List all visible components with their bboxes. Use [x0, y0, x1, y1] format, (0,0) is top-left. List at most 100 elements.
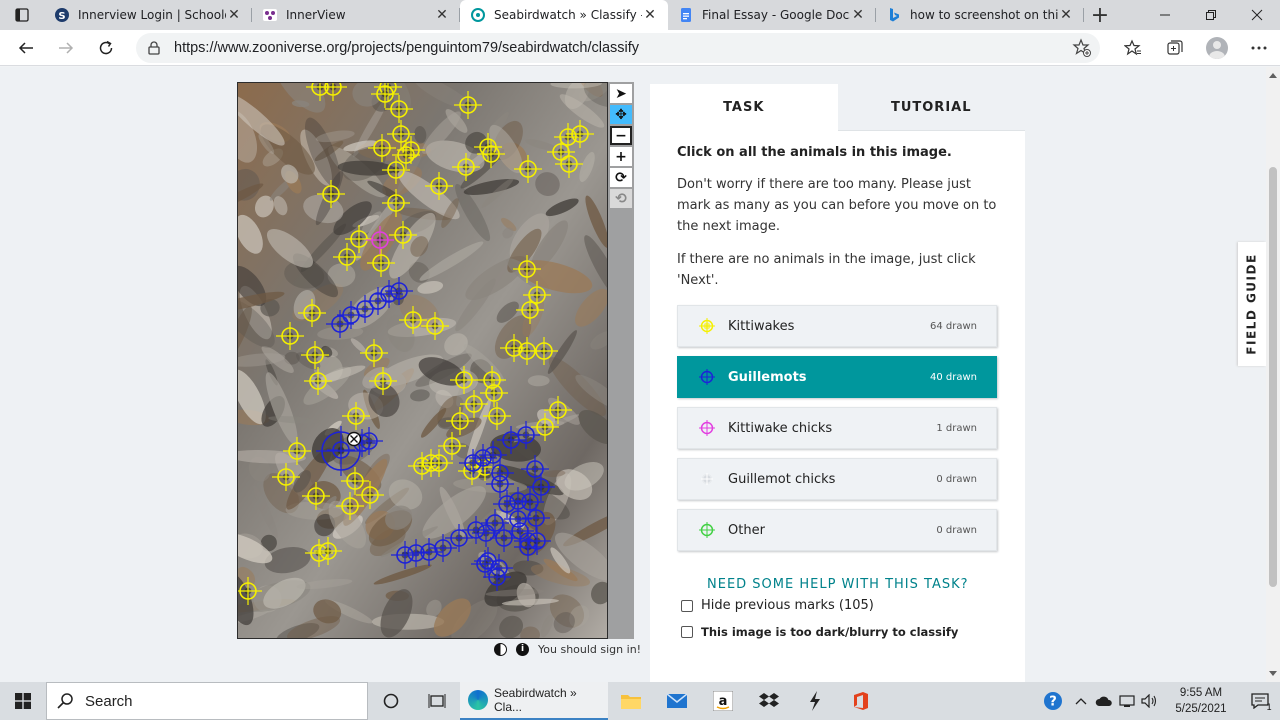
tab-title: Seabirdwatch » Classify — Zooniverse: [494, 8, 642, 22]
add-favorite-icon[interactable]: [1072, 38, 1092, 62]
need-help-link[interactable]: NEED SOME HELP WITH THIS TASK?: [707, 577, 998, 592]
hide-marks-checkbox[interactable]: [681, 599, 693, 612]
rotate-icon: ⟳: [615, 169, 627, 186]
close-icon[interactable]: ✕: [226, 7, 242, 23]
scroll-down-icon[interactable]: [1269, 671, 1277, 676]
pan-tool-button[interactable]: ✥: [610, 105, 632, 124]
answer-label: Other: [728, 522, 765, 538]
onedrive-button[interactable]: [1092, 682, 1116, 720]
too-dark-checkbox[interactable]: [681, 626, 693, 638]
answer-guillemots[interactable]: Guillemots 40 drawn: [677, 356, 997, 398]
task-tabs: TASK TUTORIAL: [650, 84, 1025, 131]
taskbar-clock[interactable]: 9:55 AM 5/25/2021: [1162, 682, 1240, 720]
windows-taskbar: Search Seabirdwatch » Cla... a ? 9:55 AM…: [0, 682, 1280, 720]
browser-tab-schoology[interactable]: S Innerview Login | Schoology ✕: [44, 0, 252, 30]
answer-label: Kittiwakes: [728, 318, 795, 334]
answer-kittiwakes[interactable]: Kittiwakes 64 drawn: [677, 305, 997, 347]
scroll-thumb[interactable]: [1269, 167, 1277, 587]
answer-other[interactable]: Other 0 drawn: [677, 509, 997, 551]
info-icon[interactable]: i: [516, 642, 529, 656]
close-icon[interactable]: ✕: [1058, 7, 1074, 23]
answer-kittiwake-chicks[interactable]: Kittiwake chicks 1 drawn: [677, 407, 997, 449]
refresh-button[interactable]: [86, 30, 126, 66]
browser-tab-google-docs[interactable]: Final Essay - Google Docs ✕: [668, 0, 876, 30]
network-icon: [1119, 695, 1135, 707]
new-tab-button[interactable]: +: [1084, 0, 1116, 30]
cloud-icon: [1095, 696, 1112, 706]
zooniverse-icon: [470, 7, 486, 23]
collections-button[interactable]: [1154, 30, 1196, 66]
reset-icon: ⟲: [615, 190, 627, 207]
notification-count: 1: [1266, 703, 1272, 713]
sign-in-notice[interactable]: You should sign in!: [538, 643, 641, 656]
volume-button[interactable]: [1138, 682, 1162, 720]
rotate-button[interactable]: ⟳: [610, 168, 632, 187]
innerview-icon: [262, 7, 278, 23]
forward-button[interactable]: [46, 30, 86, 66]
task-view-button[interactable]: [414, 682, 460, 720]
windows-icon: [15, 693, 31, 709]
show-hidden-icons-button[interactable]: [1070, 682, 1092, 720]
start-button[interactable]: [0, 682, 46, 720]
pointer-tool-button[interactable]: ➤: [610, 84, 632, 103]
dropbox-button[interactable]: [746, 682, 792, 720]
office-button[interactable]: [838, 682, 884, 720]
close-icon[interactable]: ✕: [642, 7, 658, 23]
tab-actions-button[interactable]: [0, 0, 44, 30]
profile-button[interactable]: [1196, 30, 1238, 66]
invert-colors-icon[interactable]: [494, 642, 507, 656]
zoom-out-button[interactable]: −: [610, 126, 632, 145]
tab-tutorial[interactable]: TUTORIAL: [837, 84, 1025, 131]
folder-icon: [621, 695, 641, 709]
reset-button[interactable]: ⟲: [610, 189, 632, 208]
delete-mark-icon[interactable]: [346, 431, 362, 447]
minimize-button[interactable]: [1142, 0, 1188, 30]
network-button[interactable]: [1116, 682, 1138, 720]
hide-previous-marks-option[interactable]: Hide previous marks (105): [681, 598, 998, 613]
close-icon[interactable]: ✕: [850, 7, 866, 23]
scroll-up-icon[interactable]: [1269, 73, 1277, 78]
crosshair-icon: [699, 318, 715, 334]
zoom-in-button[interactable]: +: [610, 147, 632, 166]
taskbar-search[interactable]: Search: [46, 682, 368, 720]
crosshair-icon: [699, 522, 715, 538]
crosshair-icon: [699, 369, 715, 385]
help-button[interactable]: ?: [1036, 682, 1070, 720]
file-explorer-button[interactable]: [608, 682, 654, 720]
browser-tab-bing[interactable]: how to screenshot on this laptop ✕: [876, 0, 1084, 30]
arrow-left-icon: [18, 41, 33, 54]
page-scrollbar[interactable]: [1266, 67, 1280, 682]
lightning-app-button[interactable]: [792, 682, 838, 720]
collections-icon: [1167, 40, 1183, 55]
crosshair-icon: [699, 420, 715, 436]
speaker-icon: [1141, 694, 1157, 708]
cortana-icon: [383, 693, 399, 709]
close-icon[interactable]: ✕: [434, 7, 450, 23]
search-label: Search: [85, 692, 133, 710]
close-icon: [1251, 9, 1263, 21]
office-icon: [854, 692, 868, 710]
favorites-button[interactable]: [1112, 30, 1154, 66]
task-panel: TASK TUTORIAL Click on all the animals i…: [650, 84, 1025, 682]
taskbar-app-edge[interactable]: Seabirdwatch » Cla...: [460, 682, 608, 720]
task-body: Click on all the animals in this image. …: [650, 131, 1025, 639]
settings-menu-button[interactable]: [1238, 30, 1280, 66]
amazon-button[interactable]: a: [700, 682, 746, 720]
field-guide-tab[interactable]: FIELD GUIDE: [1238, 242, 1266, 366]
notification-center-button[interactable]: 1: [1240, 682, 1280, 720]
cortana-button[interactable]: [368, 682, 414, 720]
avatar: [1206, 37, 1228, 59]
subject-image[interactable]: [237, 82, 608, 639]
close-window-button[interactable]: [1234, 0, 1280, 30]
browser-tab-zooniverse[interactable]: Seabirdwatch » Classify — Zooniverse ✕: [460, 0, 668, 30]
address-bar[interactable]: https://www.zooniverse.org/projects/peng…: [136, 33, 1100, 63]
window-controls: [1142, 0, 1280, 30]
restore-button[interactable]: [1188, 0, 1234, 30]
too-dark-option[interactable]: This image is too dark/blurry to classif…: [681, 625, 998, 639]
back-button[interactable]: [6, 30, 46, 66]
cliff-photo[interactable]: [238, 83, 608, 639]
answer-guillemot-chicks[interactable]: Guillemot chicks 0 drawn: [677, 458, 997, 500]
tab-task[interactable]: TASK: [650, 84, 838, 131]
browser-tab-innerview[interactable]: InnerView ✕: [252, 0, 460, 30]
mail-button[interactable]: [654, 682, 700, 720]
